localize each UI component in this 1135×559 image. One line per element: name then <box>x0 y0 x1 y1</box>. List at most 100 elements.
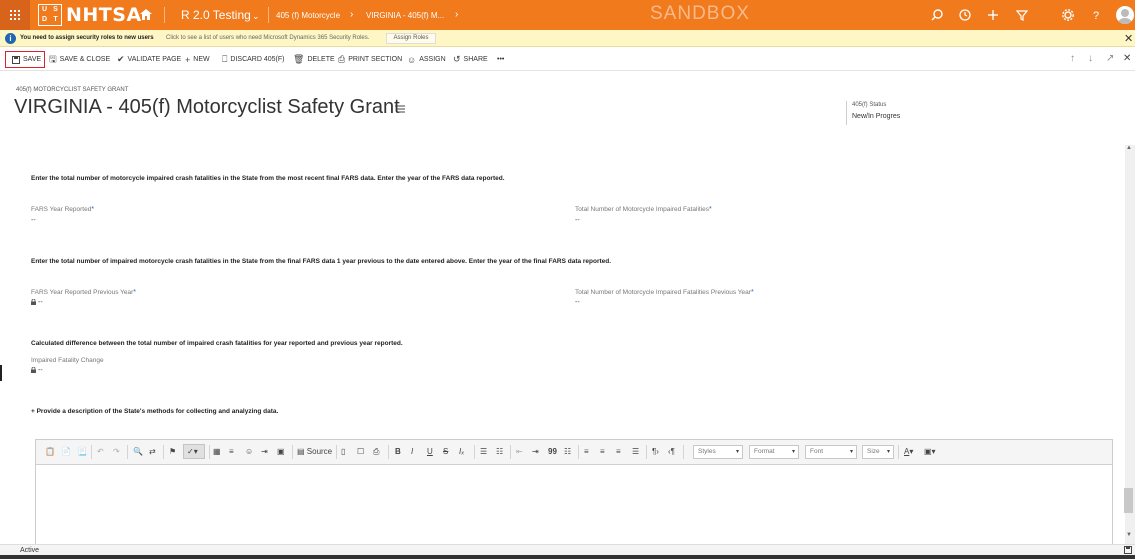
outdent-icon[interactable]: ⇤ <box>516 446 523 458</box>
svg-text:?: ? <box>1093 10 1099 22</box>
iframe-icon[interactable]: ▣ <box>277 446 285 458</box>
chevron-down-icon[interactable]: ⌄ <box>252 11 260 22</box>
ltr-icon[interactable]: ¶› <box>652 446 659 458</box>
justify-icon[interactable]: ☰ <box>632 446 639 458</box>
delete-label: DELETE <box>307 56 335 63</box>
find-icon[interactable]: 🔍 <box>133 446 143 458</box>
undo-icon[interactable]: ↶ <box>97 446 104 458</box>
styles-dropdown[interactable]: Styles ▾ <box>693 445 743 459</box>
scrollbar[interactable] <box>1125 145 1135 545</box>
required-icon: * <box>709 206 712 213</box>
assign-roles-button[interactable]: Assign Roles <box>386 33 436 44</box>
delete-button[interactable]: 🗑 DELETE <box>293 54 335 65</box>
sandbox-watermark: SANDBOX <box>650 3 750 24</box>
paste-icon[interactable]: 📋 <box>45 446 55 458</box>
discard-button[interactable]: ⎕ DISCARD 405(F) <box>222 54 284 65</box>
indent-icon[interactable]: ⇥ <box>532 446 539 458</box>
bold-button[interactable]: B <box>395 446 401 458</box>
bulleted-list-icon[interactable]: ☷ <box>496 446 503 458</box>
divider <box>510 445 511 459</box>
save-close-button[interactable]: 🖫 SAVE & CLOSE <box>49 54 110 65</box>
format-dropdown[interactable]: Format ▾ <box>749 445 799 459</box>
search-icon[interactable] <box>930 8 944 22</box>
floppy-icon <box>12 55 20 64</box>
paste-text-icon[interactable]: 📄 <box>61 446 71 458</box>
blockquote-button[interactable]: 99 <box>548 446 557 458</box>
notification-title: You need to assign security roles to new… <box>20 35 154 41</box>
remove-format-icon[interactable]: Iₓ <box>459 446 464 458</box>
divider <box>164 7 165 23</box>
header-menu-icon[interactable] <box>395 105 405 113</box>
paste-word-icon[interactable]: 📃 <box>77 446 87 458</box>
plus-icon[interactable] <box>986 8 1000 22</box>
underline-button[interactable]: U <box>427 446 433 458</box>
breadcrumb-entity[interactable]: 405 (f) Motorcycle <box>276 11 340 20</box>
share-icon: ↺ <box>453 54 461 64</box>
scroll-up-icon[interactable]: ▲ <box>1126 145 1132 151</box>
smiley-icon[interactable]: ☺ <box>245 446 253 458</box>
print-section-button[interactable]: ⎙ PRINT SECTION <box>338 54 402 65</box>
divider <box>683 445 684 459</box>
divider <box>388 445 389 459</box>
font-dropdown[interactable]: Font ▾ <box>805 445 857 459</box>
replace-icon[interactable]: ⇄ <box>149 446 156 458</box>
horizontal-line-icon[interactable]: ≡ <box>229 446 234 458</box>
prev-total-label-text: Total Number of Motorcycle Impaired Fata… <box>575 289 751 296</box>
close-icon[interactable]: ✕ <box>1124 32 1133 45</box>
breadcrumb-record[interactable]: VIRGINIA - 405(f) M... <box>366 11 444 20</box>
app-launcher-button[interactable] <box>0 0 30 30</box>
numbered-list-icon[interactable]: ☰ <box>480 446 487 458</box>
rich-text-editor[interactable]: 📋 📄 📃 ↶ ↷ 🔍 ⇄ ⚑ ✓▾ ▦ ≡ ☺ ⇥ ▣ ▤ Source ▯ … <box>35 439 1113 559</box>
user-avatar[interactable] <box>1116 6 1134 24</box>
validate-page-button[interactable]: ✔ VALIDATE PAGE <box>117 54 181 65</box>
nhtsa-logo[interactable]: US DT NHTSA <box>38 3 142 27</box>
question-2: Enter the total number of impaired motor… <box>31 258 612 265</box>
share-button[interactable]: ↺ SHARE <box>453 54 488 65</box>
prev-total-field[interactable]: -- <box>575 299 580 306</box>
strikethrough-button[interactable]: S <box>443 446 448 458</box>
validate-label: VALIDATE PAGE <box>127 56 182 63</box>
anchor-icon[interactable]: ⚑ <box>169 446 176 458</box>
div-container-icon[interactable]: ☷ <box>564 446 571 458</box>
notification-message[interactable]: Click to see a list of users who need Mi… <box>166 35 369 41</box>
arrow-down-icon[interactable]: ↓ <box>1088 53 1093 64</box>
filter-icon[interactable] <box>1015 8 1029 22</box>
new-button[interactable]: + NEW <box>185 54 210 65</box>
align-right-icon[interactable]: ≡ <box>616 446 621 458</box>
italic-button[interactable]: I <box>411 446 413 458</box>
divider <box>336 445 337 459</box>
home-icon[interactable] <box>139 8 153 21</box>
print-icon[interactable]: ⎙ <box>373 446 379 458</box>
environment-name[interactable]: R 2.0 Testing <box>181 8 251 22</box>
preview-icon[interactable]: ☐ <box>357 446 364 458</box>
redo-icon[interactable]: ↷ <box>113 446 120 458</box>
arrow-up-icon[interactable]: ↑ <box>1070 53 1075 64</box>
scrollbar-thumb[interactable] <box>1124 488 1133 513</box>
font-color-button[interactable]: A▾ <box>904 446 913 458</box>
save-icon[interactable] <box>1124 546 1132 554</box>
rtl-icon[interactable]: ‹¶ <box>668 446 675 458</box>
help-icon[interactable]: ? <box>1089 8 1103 22</box>
scroll-down-icon[interactable]: ▼ <box>1126 532 1132 538</box>
save-button[interactable]: SAVE <box>12 54 41 65</box>
align-center-icon[interactable]: ≡ <box>600 446 605 458</box>
size-dropdown[interactable]: Size ▾ <box>862 445 894 459</box>
new-page-icon[interactable]: ▯ <box>341 446 345 458</box>
chevron-down-icon: ▾ <box>849 449 853 455</box>
background-color-button[interactable]: ▣▾ <box>924 446 936 458</box>
close-icon[interactable]: ✕ <box>1123 53 1131 64</box>
assign-button[interactable]: ☺ ASSIGN <box>407 54 446 65</box>
history-icon[interactable] <box>958 8 972 22</box>
breadcrumb-chevron-icon[interactable]: › <box>455 9 458 20</box>
page-break-icon[interactable]: ⇥ <box>261 446 268 458</box>
gear-icon[interactable] <box>1061 8 1075 22</box>
fars-year-field[interactable]: -- <box>31 217 36 224</box>
align-left-icon[interactable]: ≡ <box>584 446 589 458</box>
more-commands-button[interactable]: ••• <box>497 54 504 65</box>
source-button[interactable]: ▤ Source <box>297 446 332 458</box>
expand-icon[interactable]: ↗ <box>1106 53 1114 64</box>
total-fatalities-field[interactable]: -- <box>575 217 580 224</box>
status-value: New/In Progres <box>852 113 901 120</box>
table-icon[interactable]: ▦ <box>213 446 221 458</box>
security-notification-bar: i You need to assign security roles to n… <box>0 30 1135 47</box>
